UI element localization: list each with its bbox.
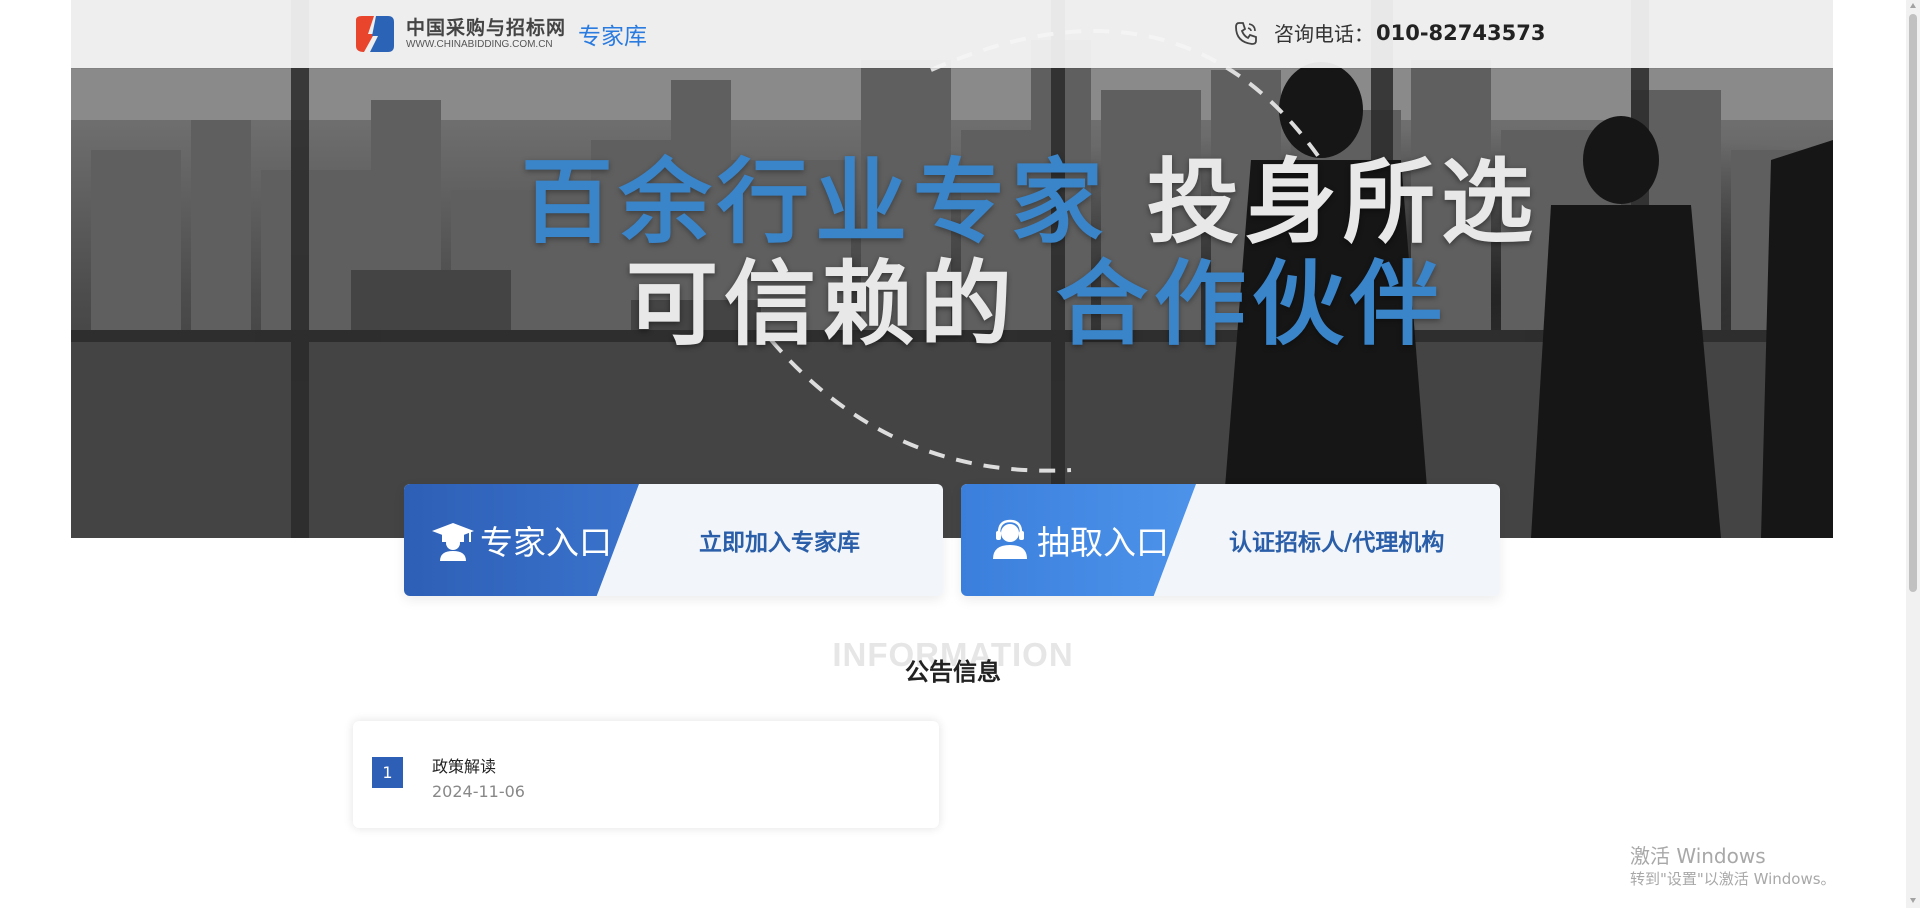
expert-graduate-icon [432,523,474,561]
expert-entry-card[interactable]: 专家入口 立即加入专家库 [404,484,943,596]
hero-slogan-line1: 百余行业专家 投身所选 [521,148,1539,258]
activate-windows-subtitle: 转到"设置"以激活 Windows。 [1630,870,1836,888]
phone-icon [1235,21,1257,45]
scroll-up-arrow-icon[interactable] [1910,3,1916,8]
extract-entry-card[interactable]: 抽取入口 认证招标人/代理机构 [961,484,1500,596]
scrollbar-thumb[interactable] [1909,14,1917,592]
certified-agency-link[interactable]: 认证招标人/代理机构 [1229,484,1444,596]
logo-chinese-name: 中国采购与招标网 [406,17,567,39]
extract-entry-tag: 抽取入口 [961,484,1196,596]
slogan-blue-text: 百余行业专家 [521,149,1110,256]
site-logo[interactable]: 中国采购与招标网 WWW.CHINABIDDING.COM.CN 专家库 [352,14,647,54]
hero-banner: 百余行业专家 投身所选 可信赖的 合作伙伴 [71,0,1833,538]
chinabidding-logo-icon [356,16,394,52]
phone-number: 010-82743573 [1376,20,1546,45]
notice-title[interactable]: 政策解读 [432,753,496,777]
top-header [71,0,1833,68]
expert-entry-tag: 专家入口 [404,484,639,596]
notice-date: 2024-11-06 [432,782,525,801]
scroll-down-arrow-icon[interactable] [1910,898,1916,903]
extract-entry-label: 抽取入口 [1037,523,1169,562]
expert-entry-label: 专家入口 [480,523,612,562]
logo-english-url: WWW.CHINABIDDING.COM.CN [406,39,553,50]
section-title: 公告信息 [905,658,1001,686]
notice-card[interactable]: 1 政策解读 2024-11-06 [353,721,939,828]
activate-windows-title: 激活 Windows [1630,844,1766,868]
logo-text: 中国采购与招标网 WWW.CHINABIDDING.COM.CN [406,17,566,51]
join-expert-link[interactable]: 立即加入专家库 [699,484,860,596]
phone-label: 咨询电话： [1274,22,1374,46]
slogan-white-text: 投身所选 [1147,149,1540,256]
hero-slogan-line2: 可信赖的 合作伙伴 [626,250,1448,360]
notice-number-badge: 1 [372,757,403,788]
logo-subtitle: 专家库 [578,24,648,50]
slogan-white-text: 可信赖的 [626,251,1019,358]
user-headset-icon [993,519,1027,559]
slogan-blue-text: 合作伙伴 [1056,251,1449,358]
consult-phone: 咨询电话： 010-82743573 [1232,18,1545,47]
